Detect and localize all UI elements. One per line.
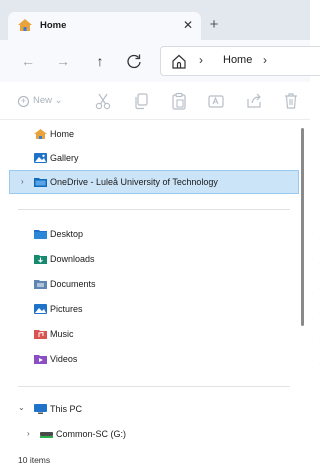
music-folder-icon	[34, 330, 47, 339]
copy-icon[interactable]	[133, 92, 151, 110]
nav-item-label: Pictures	[50, 304, 83, 314]
new-label: New	[33, 95, 53, 106]
monitor-icon	[34, 404, 47, 414]
tab-home[interactable]: Home ✕	[8, 12, 201, 40]
address-bar[interactable]: › Home ›	[160, 46, 320, 76]
navigation-bar: ← → ↑ › Home ›	[0, 40, 320, 82]
pictures-folder-icon	[34, 304, 47, 314]
nav-item-label: Home	[50, 129, 75, 139]
scrollbar-thumb[interactable]	[301, 128, 304, 326]
nav-item-music[interactable]: Music 📌	[34, 325, 320, 343]
chevron-right-icon[interactable]: ›	[21, 177, 24, 186]
item-count: 10 items	[18, 455, 51, 464]
nav-item-label: Documents	[50, 279, 96, 289]
forward-button[interactable]: →	[53, 51, 73, 71]
delete-icon[interactable]	[282, 92, 300, 110]
up-button[interactable]: ↑	[90, 51, 110, 71]
videos-folder-icon	[34, 355, 47, 364]
chevron-down-icon[interactable]: ⌄	[18, 403, 25, 412]
chevron-down-icon: ⌄	[54, 95, 63, 106]
chevron-right-icon[interactable]: ›	[199, 53, 203, 67]
home-icon	[18, 19, 32, 31]
nav-item-label: OneDrive - Luleå University of Technolog…	[50, 177, 218, 187]
nav-item-label: Gallery	[50, 153, 79, 163]
share-icon[interactable]	[245, 92, 263, 110]
refresh-icon[interactable]	[126, 53, 142, 69]
chevron-right-icon[interactable]: ›	[27, 429, 30, 438]
navigation-pane: Home Gallery › OneDrive - Luleå Universi…	[0, 120, 320, 450]
chevron-right-icon[interactable]: ›	[263, 53, 267, 67]
nav-item-documents[interactable]: Documents 📌	[34, 275, 320, 293]
paste-icon[interactable]	[170, 92, 188, 110]
nav-item-label: Desktop	[50, 229, 84, 239]
nav-item-downloads[interactable]: Downloads 📌	[34, 250, 320, 268]
divider	[18, 209, 290, 210]
nav-item-pictures[interactable]: Pictures 📌	[34, 300, 320, 318]
nav-item-label: Common-SC (G:)	[56, 429, 127, 439]
back-button[interactable]: ←	[18, 51, 38, 71]
breadcrumb-home[interactable]: Home	[223, 54, 252, 66]
new-button[interactable]: + New ⌄	[18, 92, 72, 110]
nav-item-label: Videos	[50, 354, 78, 364]
nav-item-label: This PC	[50, 404, 83, 414]
onedrive-folder-icon	[34, 178, 47, 187]
new-tab-button[interactable]: +	[206, 17, 222, 33]
plus-circle-icon: +	[18, 96, 29, 107]
rename-icon[interactable]	[207, 92, 225, 110]
close-tab-icon[interactable]: ✕	[180, 17, 196, 33]
downloads-folder-icon	[34, 255, 47, 264]
tab-title: Home	[40, 20, 67, 31]
gallery-icon	[34, 153, 47, 163]
nav-item-label: Downloads	[50, 254, 95, 264]
command-bar: + New ⌄	[0, 82, 310, 120]
documents-folder-icon	[34, 280, 47, 289]
home-outline-icon	[172, 54, 186, 69]
divider	[18, 386, 290, 387]
network-drive-icon	[40, 432, 53, 438]
cut-icon[interactable]	[94, 92, 112, 110]
nav-item-videos[interactable]: Videos 📌	[34, 350, 320, 368]
tab-strip: Home ✕ +	[0, 0, 310, 40]
nav-item-desktop[interactable]: Desktop 📌	[34, 225, 320, 243]
nav-item-label: Music	[50, 329, 74, 339]
desktop-folder-icon	[34, 230, 47, 239]
home-icon	[34, 129, 47, 139]
